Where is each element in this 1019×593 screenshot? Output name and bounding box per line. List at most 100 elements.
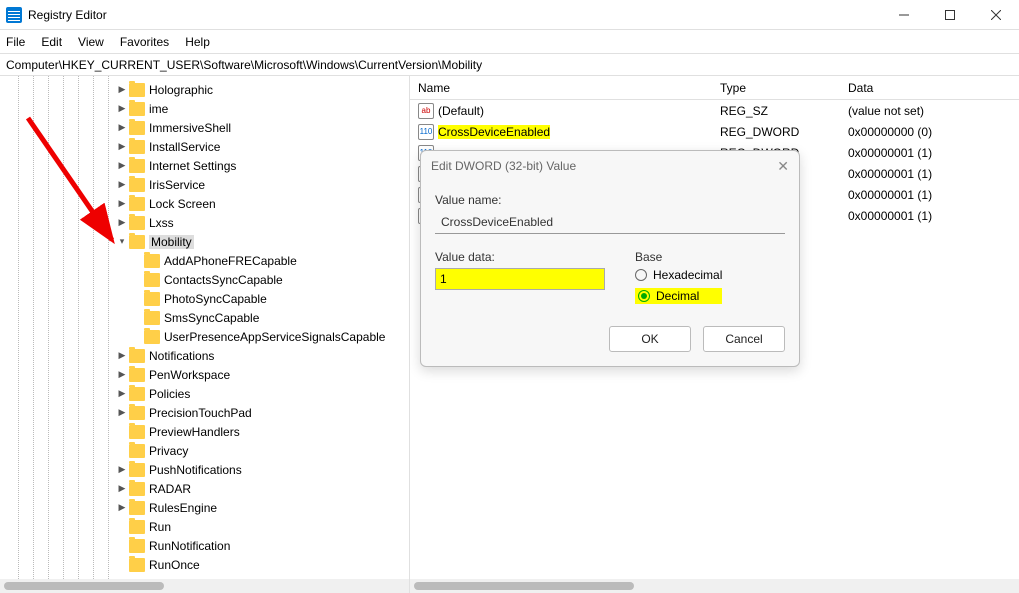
close-button[interactable] bbox=[973, 0, 1019, 29]
string-value-icon: ab bbox=[418, 103, 434, 119]
tree-item[interactable]: ▶Internet Settings bbox=[10, 156, 409, 175]
tree-item[interactable]: ▶InstallService bbox=[10, 137, 409, 156]
expander-placeholder bbox=[115, 520, 129, 534]
dialog-close-button[interactable]: ✕ bbox=[777, 158, 789, 175]
tree-item-label: AddAPhoneFRECapable bbox=[164, 254, 297, 268]
tree-item[interactable]: ▶ RulesEngine bbox=[10, 498, 409, 517]
tree-item[interactable]: ▶ Lxss bbox=[10, 213, 409, 232]
chevron-right-icon[interactable]: ▶ bbox=[115, 501, 129, 515]
tree-item[interactable]: ▶PrecisionTouchPad bbox=[10, 403, 409, 422]
radio-hexadecimal[interactable]: Hexadecimal bbox=[635, 268, 722, 282]
tree-item[interactable]: ▶Policies bbox=[10, 384, 409, 403]
tree-item[interactable]: SmsSyncCapable bbox=[10, 308, 409, 327]
tree-item[interactable]: AddAPhoneFRECapable bbox=[10, 251, 409, 270]
chevron-right-icon[interactable]: ▶ bbox=[115, 140, 129, 154]
chevron-right-icon[interactable]: ▶ bbox=[115, 102, 129, 116]
column-header-type[interactable]: Type bbox=[720, 81, 840, 95]
value-type: REG_DWORD bbox=[720, 125, 840, 139]
cancel-button[interactable]: Cancel bbox=[703, 326, 785, 352]
chevron-right-icon[interactable]: ▶ bbox=[115, 197, 129, 211]
tree-item[interactable]: PhotoSyncCapable bbox=[10, 289, 409, 308]
chevron-right-icon[interactable]: ▶ bbox=[115, 349, 129, 363]
folder-icon bbox=[129, 216, 145, 230]
tree-item[interactable]: Privacy bbox=[10, 441, 409, 460]
value-data-input[interactable] bbox=[435, 268, 605, 290]
tree-item[interactable]: ▶Notifications bbox=[10, 346, 409, 365]
tree-item[interactable]: UserPresenceAppServiceSignalsCapable bbox=[10, 327, 409, 346]
expander-placeholder bbox=[115, 558, 129, 572]
ok-button[interactable]: OK bbox=[609, 326, 691, 352]
folder-icon bbox=[129, 406, 145, 420]
chevron-right-icon[interactable]: ▶ bbox=[115, 178, 129, 192]
tree-item-label: Lxss bbox=[149, 216, 174, 230]
tree-item[interactable]: PreviewHandlers bbox=[10, 422, 409, 441]
radio-decimal[interactable]: Decimal bbox=[635, 288, 722, 304]
expander-placeholder bbox=[130, 311, 144, 325]
chevron-right-icon[interactable]: ▶ bbox=[115, 121, 129, 135]
chevron-right-icon[interactable]: ▶ bbox=[115, 387, 129, 401]
chevron-right-icon[interactable]: ▶ bbox=[115, 482, 129, 496]
folder-icon bbox=[129, 178, 145, 192]
value-data-label: Value data: bbox=[435, 250, 605, 264]
value-name-field[interactable] bbox=[435, 211, 785, 234]
menu-file[interactable]: File bbox=[6, 35, 25, 49]
tree-item[interactable]: ContactsSyncCapable bbox=[10, 270, 409, 289]
value-name: (Default) bbox=[438, 104, 484, 118]
folder-icon bbox=[144, 330, 160, 344]
value-data: 0x00000001 (1) bbox=[840, 146, 1019, 160]
tree-pane[interactable]: ▶Holographic▶ime▶ImmersiveShell▶InstallS… bbox=[0, 76, 410, 593]
menu-help[interactable]: Help bbox=[185, 35, 210, 49]
folder-icon bbox=[144, 273, 160, 287]
radio-icon bbox=[638, 290, 650, 302]
menu-favorites[interactable]: Favorites bbox=[120, 35, 169, 49]
tree-horizontal-scrollbar[interactable] bbox=[0, 579, 409, 593]
chevron-down-icon[interactable]: ▾ bbox=[115, 235, 129, 249]
tree-item[interactable]: Run bbox=[10, 517, 409, 536]
menu-view[interactable]: View bbox=[78, 35, 104, 49]
chevron-right-icon[interactable]: ▶ bbox=[115, 83, 129, 97]
tree-item[interactable]: ▶PenWorkspace bbox=[10, 365, 409, 384]
tree-item[interactable]: ▶IrisService bbox=[10, 175, 409, 194]
chevron-right-icon[interactable]: ▶ bbox=[115, 406, 129, 420]
folder-icon bbox=[144, 311, 160, 325]
tree-item-label: RADAR bbox=[149, 482, 191, 496]
list-row[interactable]: ab(Default)REG_SZ(value not set) bbox=[410, 100, 1019, 121]
chevron-right-icon[interactable]: ▶ bbox=[115, 368, 129, 382]
tree-item[interactable]: ▶PushNotifications bbox=[10, 460, 409, 479]
dword-value-icon: 110 bbox=[418, 124, 434, 140]
tree-item[interactable]: ▶Holographic bbox=[10, 80, 409, 99]
list-horizontal-scrollbar[interactable] bbox=[410, 579, 1019, 593]
chevron-right-icon[interactable]: ▶ bbox=[115, 463, 129, 477]
tree-item[interactable]: ▾Mobility bbox=[10, 232, 409, 251]
tree-item-label: ImmersiveShell bbox=[149, 121, 231, 135]
list-row[interactable]: 110CrossDeviceEnabledREG_DWORD0x00000000… bbox=[410, 121, 1019, 142]
column-header-data[interactable]: Data bbox=[840, 81, 1019, 95]
chevron-right-icon[interactable]: ▶ bbox=[115, 159, 129, 173]
value-type: REG_SZ bbox=[720, 104, 840, 118]
folder-icon bbox=[129, 387, 145, 401]
minimize-button[interactable] bbox=[881, 0, 927, 29]
expander-placeholder bbox=[115, 539, 129, 553]
tree-item[interactable]: ▶ ime bbox=[10, 99, 409, 118]
tree-item[interactable]: RunOnce bbox=[10, 555, 409, 574]
tree-item-label: RunOnce bbox=[149, 558, 200, 572]
column-header-name[interactable]: Name bbox=[410, 81, 720, 95]
tree-item[interactable]: RunNotification bbox=[10, 536, 409, 555]
tree-item-label: RulesEngine bbox=[149, 501, 217, 515]
tree-item[interactable]: ▶Lock Screen bbox=[10, 194, 409, 213]
menu-edit[interactable]: Edit bbox=[41, 35, 62, 49]
window-title: Registry Editor bbox=[28, 8, 881, 22]
tree-item[interactable]: ▶ RADAR bbox=[10, 479, 409, 498]
window-controls bbox=[881, 0, 1019, 29]
maximize-button[interactable] bbox=[927, 0, 973, 29]
tree-item-label: ime bbox=[149, 102, 168, 116]
tree-item[interactable]: ▶ ImmersiveShell bbox=[10, 118, 409, 137]
expander-placeholder bbox=[130, 330, 144, 344]
address-bar[interactable]: Computer\HKEY_CURRENT_USER\Software\Micr… bbox=[0, 54, 1019, 76]
tree-item-label: PreviewHandlers bbox=[149, 425, 240, 439]
folder-icon bbox=[129, 425, 145, 439]
address-text: Computer\HKEY_CURRENT_USER\Software\Micr… bbox=[6, 58, 482, 72]
chevron-right-icon[interactable]: ▶ bbox=[115, 216, 129, 230]
expander-placeholder bbox=[115, 425, 129, 439]
radio-hex-label: Hexadecimal bbox=[653, 268, 722, 282]
